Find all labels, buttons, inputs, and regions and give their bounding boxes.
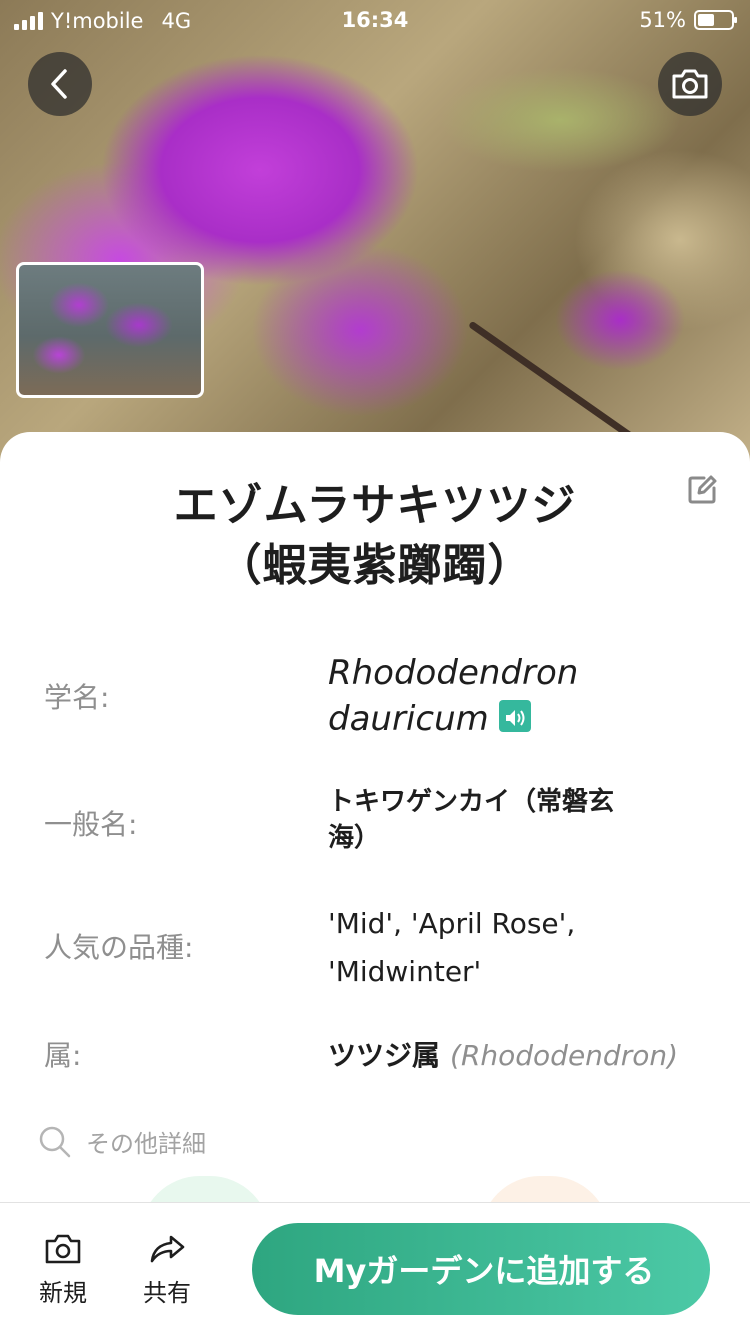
plant-title-line1: エゾムラサキツツジ xyxy=(173,480,577,531)
scientific-name-label: 学名: xyxy=(44,681,110,714)
cultivars-value: 'Mid', 'April Rose', 'Midwinter' xyxy=(328,900,708,996)
edit-icon[interactable] xyxy=(686,474,718,506)
cultivars-line1: 'Mid', 'April Rose', xyxy=(328,907,576,940)
hero-photo xyxy=(0,0,750,470)
camera-icon xyxy=(672,69,708,99)
clock: 16:34 xyxy=(341,8,409,32)
genus-name-latin: (Rhododendron) xyxy=(450,1039,679,1072)
search-icon xyxy=(39,1126,71,1157)
share-icon xyxy=(150,1235,185,1263)
scientific-name-value: Rhododendron dauricum xyxy=(328,650,708,742)
new-button[interactable]: 新規 xyxy=(18,1233,108,1308)
more-details-link[interactable]: その他詳細 xyxy=(38,1124,206,1159)
photo-thumbnail[interactable] xyxy=(16,262,204,398)
cultivars-line2: 'Midwinter' xyxy=(328,955,482,988)
back-icon xyxy=(51,69,67,99)
battery-percent: 51% xyxy=(639,8,686,32)
status-bar: Y!mobile 4G 16:34 51% xyxy=(0,0,750,42)
cultivars-label: 人気の品種: xyxy=(44,931,194,964)
new-button-label: 新規 xyxy=(39,1279,87,1307)
battery-icon xyxy=(694,10,737,30)
more-details-label: その他詳細 xyxy=(86,1130,206,1158)
camera-icon xyxy=(45,1234,81,1264)
genus-label: 属: xyxy=(44,1039,82,1072)
scientific-name-line1: Rhododendron xyxy=(328,653,579,693)
scientific-name-line2: dauricum xyxy=(328,696,708,742)
add-to-garden-button[interactable]: Myガーデンに追加する xyxy=(252,1223,710,1315)
plant-title: エゾムラサキツツジ （蝦夷紫躑躅） xyxy=(60,476,690,596)
camera-button[interactable] xyxy=(658,52,722,116)
share-button[interactable]: 共有 xyxy=(122,1233,212,1308)
share-button-label: 共有 xyxy=(143,1279,191,1307)
common-name-label: 一般名: xyxy=(44,808,138,841)
common-name-line1: トキワゲンカイ（常磐玄 xyxy=(328,787,615,817)
genus-value: ツツジ属 (Rhododendron) xyxy=(328,1034,738,1074)
genus-name-jp: ツツジ属 xyxy=(328,1039,441,1072)
common-name-line2: 海） xyxy=(328,823,381,853)
back-button[interactable] xyxy=(28,52,92,116)
common-name-value: トキワゲンカイ（常磐玄 海） xyxy=(328,784,708,856)
sound-icon[interactable] xyxy=(498,700,531,732)
plant-title-line2: （蝦夷紫躑躅） xyxy=(217,540,533,591)
bottom-bar: 新規 共有 Myガーデンに追加する xyxy=(0,1202,750,1335)
